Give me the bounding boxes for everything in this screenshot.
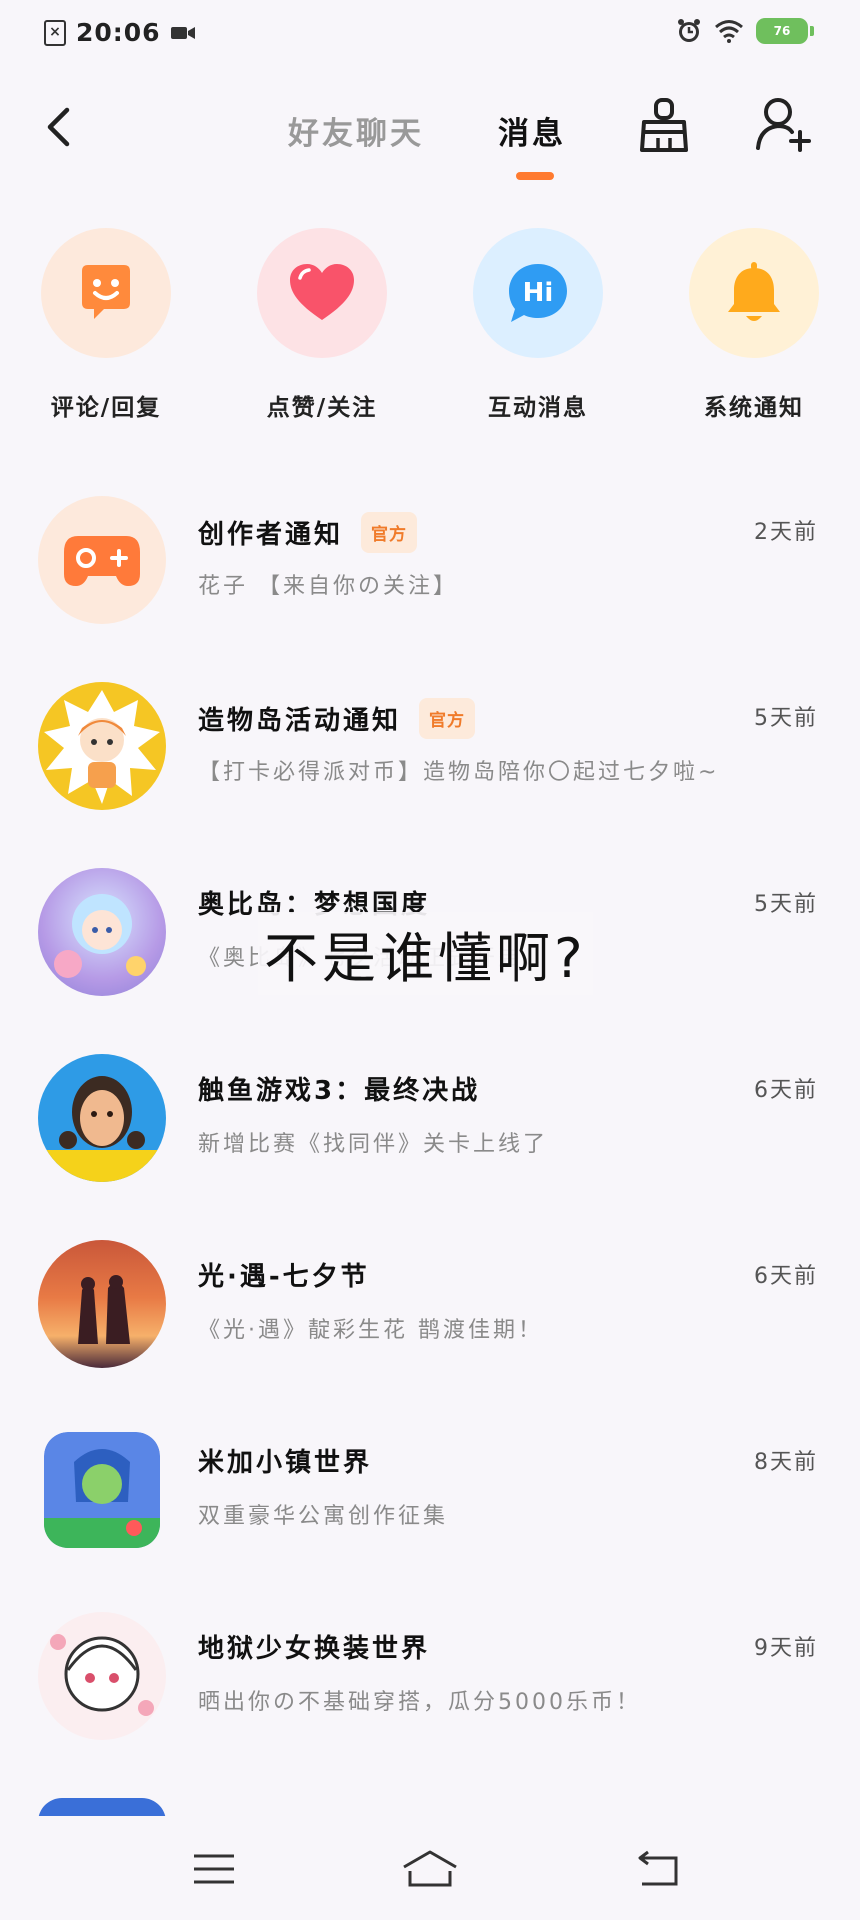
- message-title: 米加小镇世界: [198, 1448, 373, 1478]
- message-time: 6天前: [754, 1264, 818, 1289]
- add-user-icon: [756, 98, 811, 152]
- category-comments-circle: [41, 228, 171, 358]
- message-title: 触鱼游戏3：最终决战: [198, 1076, 481, 1106]
- tab-friend-chat[interactable]: 好友聊天: [288, 108, 424, 153]
- back-button[interactable]: [38, 102, 78, 152]
- back-nav-button[interactable]: [626, 1844, 690, 1894]
- home-icon: [403, 1850, 457, 1887]
- category-system[interactable]: 系统通知: [664, 228, 844, 422]
- message-time: 6天前: [754, 1078, 818, 1103]
- official-badge: 官方: [419, 698, 476, 739]
- list-item[interactable]: 光·遇-七夕节 6天前 《光·遇》靛彩生花 鹊渡佳期！: [0, 1234, 860, 1420]
- message-list: 创作者通知 官方 2天前 花子 【来自你の关注】 造物岛活动通知 官方 5天前 …: [0, 490, 860, 1822]
- menu-button[interactable]: [182, 1844, 246, 1894]
- list-item[interactable]: 创作者通知 官方 2天前 花子 【来自你の关注】: [0, 490, 860, 676]
- category-likes-label: 点赞/关注: [266, 395, 378, 421]
- tab-messages[interactable]: 消息: [498, 108, 566, 153]
- message-title: 创作者通知: [198, 520, 344, 550]
- town-game-avatar-icon: [44, 1432, 160, 1548]
- message-time: 5天前: [754, 892, 818, 917]
- avatar: [38, 682, 166, 810]
- heart-icon: [290, 264, 354, 320]
- message-preview: 花子 【来自你の关注】: [198, 574, 458, 599]
- overlay-caption: 不是谁懂啊?: [258, 912, 593, 995]
- clear-messages-button[interactable]: [636, 96, 692, 156]
- category-interactions[interactable]: Hi 互动消息: [448, 228, 628, 422]
- system-navigation-bar: [0, 1816, 860, 1920]
- alarm-icon: [678, 19, 700, 42]
- message-title: 地狱少女换装世界: [198, 1634, 431, 1664]
- avatar: [38, 1240, 166, 1368]
- doll-game-avatar-icon: [38, 1076, 166, 1182]
- avatar: [44, 1432, 160, 1548]
- message-time: 5天前: [754, 706, 818, 731]
- chevron-left-icon: [47, 107, 70, 147]
- list-item[interactable]: 米加小镇世界 8天前 双重豪华公寓创作征集: [0, 1420, 860, 1606]
- broom-icon: [640, 98, 688, 152]
- status-time: 20:06: [76, 18, 161, 47]
- category-interactions-label: 互动消息: [488, 395, 588, 421]
- category-comments-label: 评论/回复: [50, 395, 162, 421]
- category-interactions-circle: Hi: [473, 228, 603, 358]
- home-button[interactable]: [398, 1844, 462, 1894]
- category-likes[interactable]: 点赞/关注: [232, 228, 412, 422]
- fantasy-doll-avatar-icon: [54, 894, 146, 978]
- menu-icon: [194, 1854, 234, 1884]
- message-time: 9天前: [754, 1636, 818, 1661]
- category-comments[interactable]: 评论/回复: [16, 228, 196, 422]
- header: 好友聊天 消息: [0, 80, 860, 190]
- active-tab-indicator: [516, 172, 554, 180]
- list-item[interactable]: 触鱼游戏3：最终决战 6天前 新增比赛《找同伴》关卡上线了: [0, 1048, 860, 1234]
- couple-silhouette-icon: [78, 1275, 130, 1344]
- anime-girl-avatar-icon: [50, 1634, 154, 1716]
- add-friend-button[interactable]: [754, 94, 814, 154]
- message-title: 光·遇-七夕节: [198, 1262, 370, 1292]
- return-icon: [638, 1850, 678, 1886]
- video-camera-icon: [170, 26, 195, 39]
- message-preview: 《光·遇》靛彩生花 鹊渡佳期！: [198, 1318, 543, 1343]
- message-time: 2天前: [754, 520, 818, 545]
- message-preview: 晒出你の不基础穿搭，瓜分5000乐币！: [198, 1690, 641, 1715]
- avatar: [38, 496, 166, 624]
- wifi-icon: [715, 20, 743, 43]
- status-bar: × 20:06 76: [0, 0, 860, 70]
- category-likes-circle: [257, 228, 387, 358]
- list-item[interactable]: 地狱少女换装世界 9天前 晒出你の不基础穿搭，瓜分5000乐币！: [0, 1606, 860, 1792]
- category-row: 评论/回复 点赞/关注 Hi 互动消息 系统通知: [0, 228, 860, 428]
- message-preview: 双重豪华公寓创作征集: [198, 1504, 449, 1529]
- hi-bubble-icon: Hi: [509, 264, 567, 322]
- smile-chat-icon: [82, 265, 130, 319]
- cartoon-cow-girl-avatar-icon: [44, 690, 160, 804]
- bell-icon: [728, 262, 780, 321]
- svg-text:Hi: Hi: [523, 278, 554, 308]
- gamepad-icon: [64, 536, 140, 586]
- category-system-label: 系统通知: [704, 395, 804, 421]
- category-system-circle: [689, 228, 819, 358]
- battery-indicator: 76: [756, 18, 814, 44]
- avatar: [38, 868, 166, 996]
- notification-icon: ×: [44, 19, 66, 46]
- message-preview: 新增比赛《找同伴》关卡上线了: [198, 1132, 549, 1157]
- official-badge: 官方: [361, 512, 418, 553]
- avatar: [38, 1612, 166, 1740]
- message-title: 造物岛活动通知: [198, 706, 402, 736]
- list-item[interactable]: 造物岛活动通知 官方 5天前 【打卡必得派对币】造物岛陪你〇起过七夕啦~: [0, 676, 860, 862]
- avatar: [38, 1054, 166, 1182]
- message-time: 8天前: [754, 1450, 818, 1475]
- message-preview: 【打卡必得派对币】造物岛陪你〇起过七夕啦~: [198, 760, 720, 785]
